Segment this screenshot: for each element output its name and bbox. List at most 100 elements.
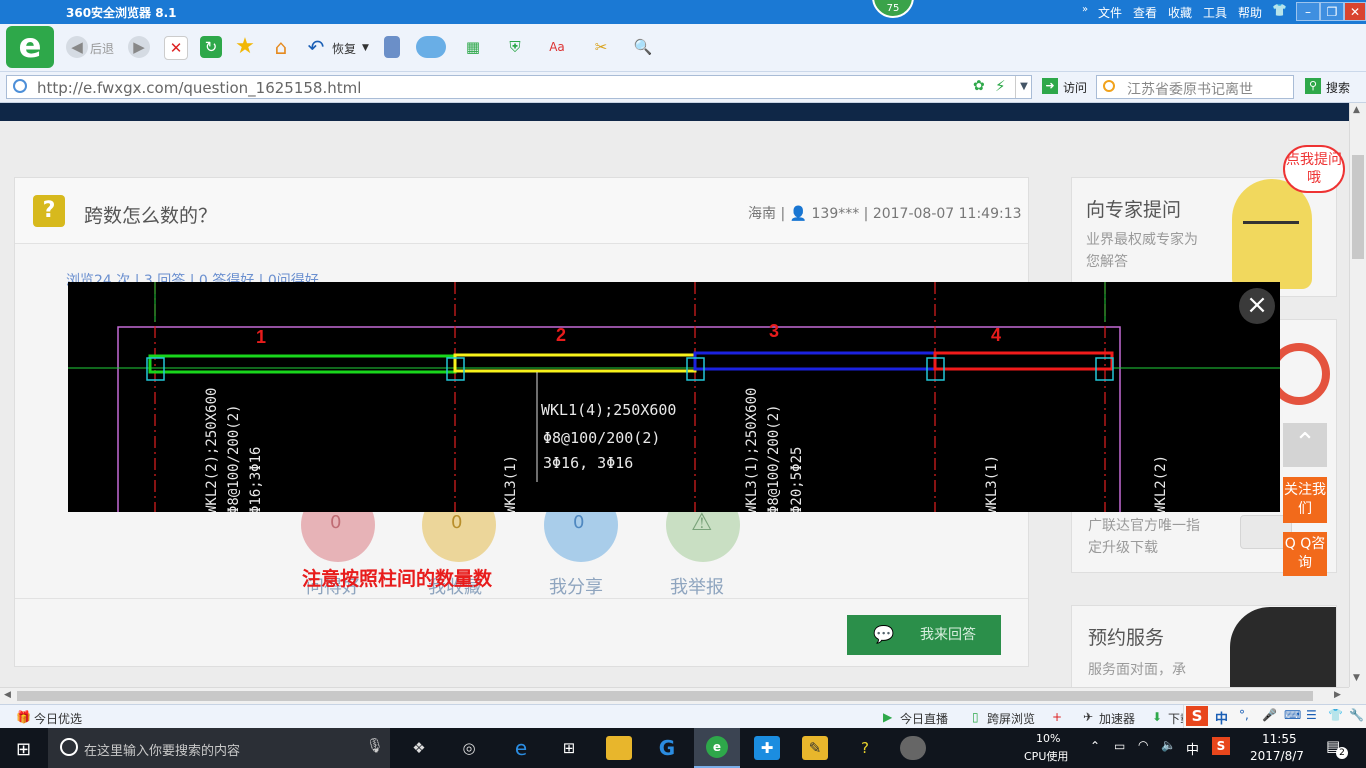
wifi-icon[interactable]: ◠: [1138, 738, 1148, 752]
scroll-left-icon[interactable]: ◀: [4, 690, 11, 700]
apps-icon[interactable]: ▦: [462, 36, 484, 58]
url-text[interactable]: http://e.fwxgx.com/question_1625158.html: [37, 79, 361, 97]
help-tool-icon[interactable]: ?: [852, 736, 878, 760]
loading-icon[interactable]: ✿: [973, 78, 985, 94]
search-engine-icon[interactable]: [1103, 80, 1115, 92]
app-cross-icon[interactable]: ✚: [754, 736, 780, 760]
tray-ime[interactable]: 中: [1186, 739, 1199, 758]
live-play-icon[interactable]: ▶: [883, 710, 892, 724]
url-dropdown-icon[interactable]: ▼: [1015, 76, 1032, 98]
active-browser-task[interactable]: e: [694, 728, 740, 768]
cloud-icon[interactable]: [416, 36, 446, 58]
notes-icon[interactable]: ✎: [802, 736, 828, 760]
vertical-scroll-thumb[interactable]: [1352, 155, 1364, 259]
task-view-icon[interactable]: ❖: [406, 736, 432, 760]
report-label[interactable]: 我举报: [670, 573, 724, 599]
tray-expand-icon[interactable]: ⌃: [1090, 739, 1100, 753]
cross-screen-icon[interactable]: ▯: [972, 710, 979, 724]
battery-icon[interactable]: ▭: [1114, 739, 1125, 753]
ime-punctuation-icon[interactable]: °,: [1239, 708, 1249, 722]
rocket-icon[interactable]: ✈: [1083, 710, 1093, 724]
search-icon[interactable]: ⚲: [1305, 78, 1321, 94]
vertical-scrollbar[interactable]: ▲ ▼: [1349, 103, 1366, 687]
close-window-button[interactable]: ✕: [1344, 2, 1366, 21]
scroll-down-icon[interactable]: ▼: [1353, 673, 1360, 683]
forward-icon[interactable]: ▶: [128, 36, 150, 58]
minimize-button[interactable]: –: [1296, 2, 1320, 21]
restore-dropdown-icon[interactable]: ▼: [362, 43, 369, 53]
menu-help[interactable]: 帮助: [1238, 4, 1262, 21]
app-avatar-icon[interactable]: [900, 736, 926, 760]
ime-voice-icon[interactable]: 🎤: [1262, 708, 1277, 722]
menu-expand-icon[interactable]: »: [1082, 4, 1088, 15]
download-icon[interactable]: ⬇: [1152, 710, 1162, 724]
taskbar-search-box[interactable]: 在这里输入你要搜索的内容 🎙: [48, 728, 390, 768]
cross-screen-browse[interactable]: 跨屏浏览: [987, 710, 1035, 727]
ime-tools-icon[interactable]: 🔧: [1349, 708, 1364, 722]
search-input[interactable]: 江苏省委原书记离世: [1096, 75, 1294, 99]
clock-time[interactable]: 11:55: [1262, 732, 1297, 746]
zoom-icon[interactable]: 🔍: [632, 36, 654, 58]
address-bar[interactable]: http://e.fwxgx.com/question_1625158.html…: [6, 75, 1032, 99]
visit-label[interactable]: 访问: [1063, 79, 1087, 96]
windows-start-icon[interactable]: ⊞: [16, 739, 31, 760]
skin-icon[interactable]: 👕: [1272, 3, 1287, 17]
qq-consult-button[interactable]: Q Q咨询: [1283, 532, 1327, 576]
app-g-icon[interactable]: G: [654, 736, 680, 760]
menu-view[interactable]: 查看: [1133, 4, 1157, 21]
ime-keyboard-icon[interactable]: ⌨: [1284, 708, 1301, 722]
menu-file[interactable]: 文件: [1098, 4, 1122, 21]
volume-icon[interactable]: 🔈: [1161, 738, 1176, 752]
answer-button[interactable]: 💬 我来回答: [847, 615, 1001, 655]
follow-us-button[interactable]: 关注我们: [1283, 477, 1327, 523]
speed-mode-icon[interactable]: ⚡: [995, 77, 1006, 95]
lightbox-close-button[interactable]: ×: [1239, 288, 1275, 324]
home-icon[interactable]: ⌂: [270, 36, 292, 58]
screenshot-icon[interactable]: ✂: [590, 36, 612, 58]
tray-sogou-icon[interactable]: S: [1212, 737, 1230, 755]
ime-chinese-mode[interactable]: 中: [1215, 708, 1228, 727]
back-icon[interactable]: ◀: [66, 36, 88, 58]
mascot-icon[interactable]: [1232, 179, 1312, 289]
search-button[interactable]: 搜索: [1326, 79, 1350, 96]
restore-button[interactable]: ❐: [1320, 2, 1344, 21]
translate-icon[interactable]: Aa: [546, 36, 568, 58]
horizontal-scroll-thumb[interactable]: [17, 691, 1313, 701]
ime-skin-icon[interactable]: 👕: [1328, 708, 1343, 722]
scroll-up-icon[interactable]: ▲: [1353, 105, 1360, 115]
today-live[interactable]: 今日直播: [900, 710, 948, 727]
accelerator[interactable]: 加速器: [1099, 710, 1135, 727]
visit-icon[interactable]: ➜: [1042, 78, 1058, 94]
phone-icon[interactable]: [384, 36, 400, 58]
ime-menu-icon[interactable]: ☰: [1306, 708, 1317, 722]
stop-icon[interactable]: ✕: [164, 36, 188, 60]
score-badge[interactable]: 75: [872, 0, 914, 18]
today-picks[interactable]: 今日优选: [34, 710, 82, 727]
plus-icon[interactable]: +: [1052, 710, 1062, 724]
file-explorer-icon[interactable]: [606, 736, 632, 760]
horizontal-scrollbar[interactable]: ◀ ▶: [0, 687, 1349, 704]
restore-tab-icon[interactable]: ↶: [305, 36, 327, 58]
app-swirl-icon[interactable]: ◎: [456, 736, 482, 760]
back-to-top-icon[interactable]: ⌃: [1283, 423, 1327, 467]
share-label[interactable]: 我分享: [549, 573, 603, 599]
image-lightbox[interactable]: 1 2 3 4 WKL1(4);250X600 Φ8@100/200(2) 3Φ…: [68, 282, 1280, 512]
refresh-icon[interactable]: ↻: [200, 36, 222, 58]
scroll-right-icon[interactable]: ▶: [1334, 690, 1341, 700]
ime-toolbar[interactable]: S 中 °, 🎤 ⌨ ☰ 👕 🔧: [1183, 705, 1366, 728]
store-icon[interactable]: ⊞: [556, 736, 582, 760]
microphone-icon[interactable]: 🎙: [366, 738, 384, 754]
expert-title[interactable]: 向专家提问: [1086, 195, 1181, 222]
menu-favorites[interactable]: 收藏: [1168, 4, 1192, 21]
menu-tools[interactable]: 工具: [1203, 4, 1227, 21]
gift-icon[interactable]: 🎁: [16, 710, 31, 724]
ad-text[interactable]: 广联达官方唯一指定升级下载: [1088, 515, 1208, 559]
ask-bubble[interactable]: 点我提问哦: [1283, 145, 1345, 193]
sogou-ime-icon[interactable]: S: [1186, 706, 1208, 726]
edge-icon[interactable]: e: [508, 736, 534, 760]
appointment-title[interactable]: 预约服务: [1088, 623, 1164, 650]
clock-date[interactable]: 2017/8/7: [1250, 749, 1304, 763]
back-label[interactable]: 后退: [90, 40, 114, 57]
browser-logo-icon[interactable]: e: [6, 26, 54, 68]
favorite-star-icon[interactable]: ★: [234, 36, 256, 58]
